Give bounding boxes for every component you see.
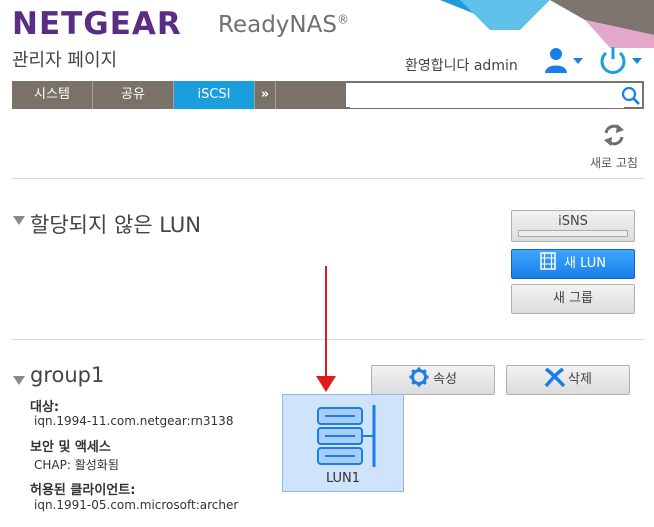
tab-more[interactable]: »	[255, 81, 276, 109]
target-label: 대상:	[30, 400, 60, 415]
unassigned-lun-title: 할당되지 않은 LUN	[30, 213, 202, 237]
isns-button[interactable]: iSNS	[511, 210, 635, 242]
properties-button[interactable]: 속성	[371, 365, 495, 395]
refresh-label: 새로 고침	[590, 156, 638, 170]
clients-value: iqn.1991-05.com.microsoft:archer	[34, 498, 239, 512]
tab-shares[interactable]: 공유	[93, 81, 174, 109]
new-lun-label: 새 LUN	[564, 256, 606, 271]
tab-iscsi[interactable]: iSCSI	[174, 81, 255, 109]
lun-disk-stack-icon	[317, 405, 376, 467]
refresh-icon	[604, 124, 624, 146]
lun-label: LUN1	[325, 471, 361, 486]
security-label: 보안 및 액세스	[30, 440, 111, 455]
group-collapse-toggle[interactable]	[13, 370, 25, 389]
header-decoration	[440, 0, 654, 48]
product-name-text: ReadyNAS	[218, 12, 337, 38]
collapse-triangle-icon	[13, 216, 25, 225]
unassigned-collapse-toggle[interactable]	[13, 210, 25, 229]
welcome-text: 환영합니다 admin	[405, 58, 518, 74]
refresh-button[interactable]: 새로 고침	[586, 122, 642, 172]
properties-label: 속성	[433, 372, 457, 387]
clients-label: 허용된 클라이언트:	[30, 483, 136, 498]
search-icon[interactable]	[621, 86, 641, 106]
isns-label: iSNS	[558, 214, 588, 229]
power-icon	[600, 47, 642, 74]
divider	[12, 178, 644, 179]
delete-label: 삭제	[568, 372, 592, 387]
isns-status-bar	[518, 230, 628, 237]
delete-button[interactable]: 삭제	[506, 365, 630, 395]
user-icon	[545, 48, 583, 73]
search-input[interactable]	[350, 84, 624, 108]
netgear-logo: NETGEAR	[12, 6, 182, 42]
gear-icon	[409, 367, 429, 387]
security-value: CHAP: 활성화됨	[34, 458, 119, 472]
page-subtitle: 관리자 페이지	[12, 50, 118, 71]
collapse-triangle-icon	[13, 376, 25, 385]
target-value: iqn.1994-11.com.netgear:rn3138	[34, 414, 234, 428]
tab-system[interactable]: 시스템	[12, 81, 93, 109]
new-group-button[interactable]: 새 그룹	[511, 284, 635, 314]
group-title: group1	[30, 363, 105, 387]
power-menu-button[interactable]	[598, 44, 646, 76]
film-icon	[540, 252, 556, 270]
delete-x-icon	[544, 367, 566, 388]
search-box	[345, 82, 643, 108]
user-menu-button[interactable]	[543, 46, 589, 74]
annotation-arrow-icon	[316, 266, 336, 392]
lun-tile[interactable]: LUN1	[282, 394, 404, 492]
new-lun-button[interactable]: 새 LUN	[511, 249, 635, 279]
registered-mark: ®	[336, 12, 349, 27]
product-name: ReadyNAS®	[218, 12, 349, 38]
